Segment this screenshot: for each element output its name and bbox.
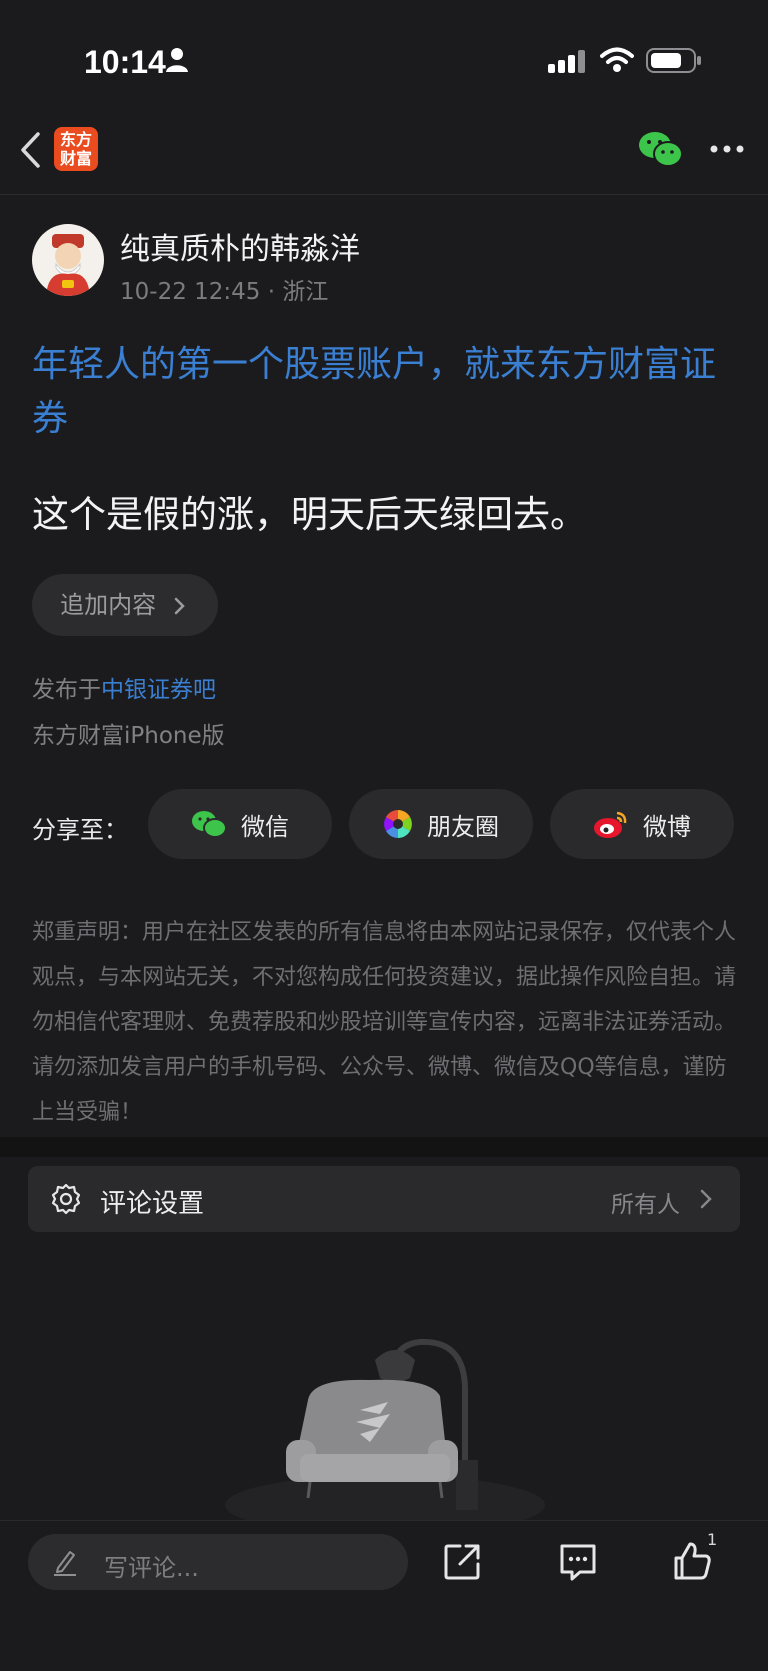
promo-link[interactable]: 年轻人的第一个股票账户，就来东方财富证券 — [32, 338, 742, 446]
add-content-label: 追加内容 — [60, 591, 157, 619]
share-label: 分享至： — [32, 816, 128, 844]
post-meta: 10-22 12:45 · 浙江 — [120, 279, 329, 305]
like-icon[interactable] — [672, 1540, 712, 1582]
wechat-share-icon[interactable] — [638, 130, 684, 170]
logo-text-top: 东方 — [59, 130, 92, 149]
more-options-icon[interactable] — [710, 144, 744, 154]
pencil-icon — [54, 1551, 76, 1576]
like-count: 1 — [707, 1530, 718, 1549]
share-wechat-label: 微信 — [241, 812, 289, 841]
person-icon — [166, 48, 188, 72]
published-in: 发布于中银证券吧 — [32, 670, 216, 704]
add-content-button[interactable]: 追加内容 — [32, 574, 218, 636]
eastmoney-logo[interactable]: 东方 财富 — [54, 127, 98, 171]
back-arrow-icon[interactable] — [18, 130, 44, 170]
share-moments-label: 朋友圈 — [427, 812, 499, 841]
comment-settings-value: 所有人 — [611, 1192, 680, 1218]
section-divider — [0, 1137, 768, 1157]
wechat-icon — [192, 811, 227, 838]
share-wechat-button[interactable]: 微信 — [148, 789, 332, 859]
gear-icon — [51, 1183, 81, 1215]
battery-icon — [646, 48, 701, 73]
comment-settings-row[interactable]: 评论设置 所有人 — [28, 1166, 740, 1232]
client-source: 东方财富iPhone版 — [32, 723, 225, 749]
comment-input[interactable]: 写评论... — [28, 1534, 408, 1590]
wifi-icon — [600, 47, 634, 72]
disclaimer-text: 郑重声明：用户在社区发表的所有信息将由本网站记录保存，仅代表个人观点，与本网站无… — [32, 920, 737, 1125]
weibo-icon — [594, 811, 627, 838]
author-avatar[interactable] — [32, 224, 104, 296]
forum-link[interactable]: 中银证券吧 — [101, 677, 216, 703]
comment-placeholder: 写评论... — [104, 1554, 199, 1582]
cellular-signal-icon — [548, 50, 585, 73]
comment-icon[interactable] — [558, 1542, 598, 1582]
share-out-icon[interactable] — [444, 1542, 482, 1580]
chevron-right-icon — [174, 597, 185, 615]
logo-text-bottom: 财富 — [59, 149, 92, 168]
post-body: 这个是假的涨，明天后天绿回去。 — [32, 493, 587, 536]
published-prefix: 发布于 — [32, 677, 101, 703]
author-name[interactable]: 纯真质朴的韩淼洋 — [120, 224, 360, 268]
share-weibo-button[interactable]: 微博 — [550, 789, 734, 859]
comment-settings-label: 评论设置 — [100, 1189, 205, 1219]
moments-icon — [384, 810, 412, 838]
status-time: 10:14 — [84, 44, 166, 80]
share-moments-button[interactable]: 朋友圈 — [349, 789, 533, 859]
share-weibo-label: 微博 — [643, 812, 691, 841]
empty-comments-illustration — [225, 1338, 545, 1520]
chevron-right-icon — [700, 1189, 712, 1209]
avatar-image — [46, 234, 90, 296]
